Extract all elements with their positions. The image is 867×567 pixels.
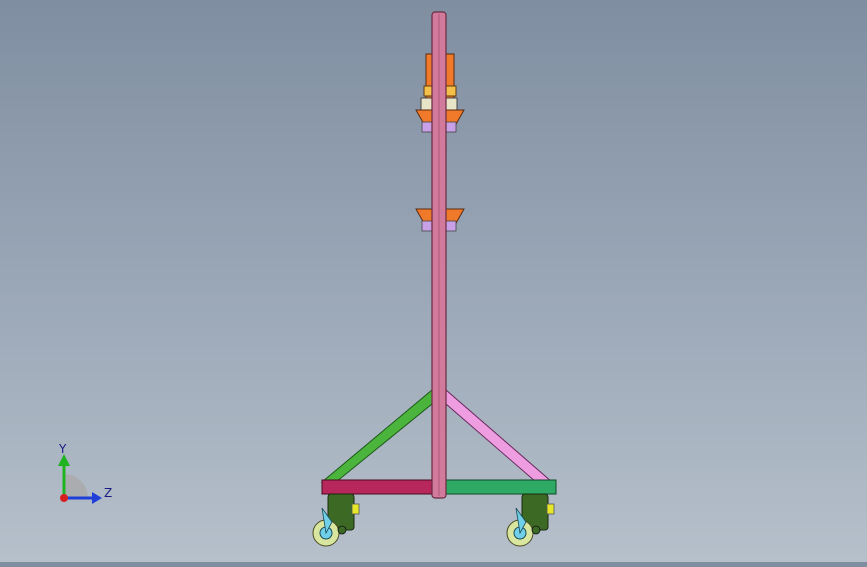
base-beam-right[interactable] — [443, 479, 557, 495]
orientation-triad[interactable]: Y Z — [44, 440, 124, 510]
model-canvas[interactable] — [0, 0, 867, 562]
caster-left[interactable] — [312, 493, 360, 547]
z-axis-label: Z — [104, 486, 112, 500]
caster-right[interactable] — [506, 493, 555, 547]
z-axis-arrow-icon — [92, 492, 102, 504]
triad-plane-icon — [64, 474, 88, 498]
right-brace[interactable] — [445, 388, 554, 483]
x-axis-dot-icon — [60, 494, 68, 502]
base-beam-left[interactable] — [321, 479, 435, 495]
cad-viewport[interactable] — [0, 0, 867, 562]
y-axis-label: Y — [58, 442, 67, 456]
left-brace[interactable] — [320, 388, 433, 483]
